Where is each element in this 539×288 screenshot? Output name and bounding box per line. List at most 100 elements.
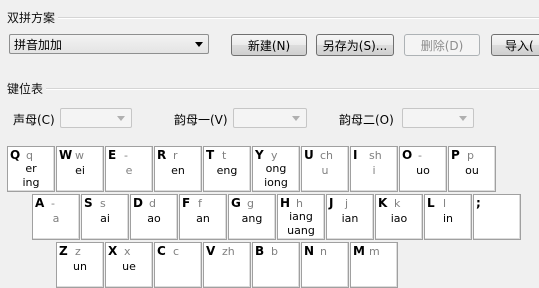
scheme-dropdown[interactable]: 拼音加加 [9,34,209,54]
key-y[interactable]: Yy ong iong [252,146,300,192]
key-letter: K [378,196,388,210]
scheme-section-title: 双拼方案 [7,11,56,25]
key-yunmu: u [321,164,329,177]
initial-combo[interactable] [60,108,132,128]
key-shengmu: c [173,245,180,258]
key-yunmu: ao [147,212,161,225]
key-semicolon[interactable]: ; [473,194,521,240]
import-button[interactable]: 导入( [491,34,539,56]
key-letter: E [108,148,117,162]
key-r[interactable]: Rr en [154,146,202,192]
key-b[interactable]: Bb [252,242,300,288]
key-shengmu: - [418,149,422,162]
key-letter: N [304,244,315,258]
final1-combo[interactable] [233,108,307,128]
dropdown-arrow-icon [292,116,300,121]
key-yunmu: i [372,164,376,177]
key-yunmu: ong [265,162,287,175]
key-letter: R [157,148,167,162]
key-shengmu: d [149,197,156,210]
key-l[interactable]: Ll in [424,194,472,240]
key-letter: D [133,196,143,210]
key-letter: G [231,196,241,210]
key-shengmu: f [198,197,202,210]
key-yunmu: ing [22,176,40,189]
key-h[interactable]: Hh iang uang [277,194,325,240]
save-as-button[interactable]: 另存为(S)... [316,34,394,56]
key-c[interactable]: Cc [154,242,202,288]
key-f[interactable]: Ff an [179,194,227,240]
key-s[interactable]: Ss ai [81,194,129,240]
key-yunmu: ang [241,212,263,225]
key-shengmu: n [320,245,327,258]
key-letter: Z [59,244,68,258]
dropdown-arrow-icon [459,116,467,121]
key-k[interactable]: Kk iao [375,194,423,240]
key-shengmu: b [271,245,278,258]
key-m[interactable]: Mm [350,242,398,288]
dropdown-arrow-icon [117,116,125,121]
key-shengmu: p [467,149,474,162]
key-shengmu: zh [222,245,235,258]
key-yunmu: iao [390,212,408,225]
key-yunmu: an [196,212,210,225]
key-yunmu: a [52,212,60,225]
key-d[interactable]: Dd ao [130,194,178,240]
key-letter: W [59,148,73,162]
key-yunmu: ian [341,212,359,225]
key-t[interactable]: Tt eng [203,146,251,192]
key-shengmu: k [394,197,401,210]
key-w[interactable]: Ww ei [56,146,104,192]
key-yunmu: uang [287,224,315,237]
key-e[interactable]: E- e [105,146,153,192]
final2-combo[interactable] [402,108,474,128]
key-letter: V [206,244,216,258]
keymap-divider [46,88,539,90]
key-letter: ; [476,196,481,210]
delete-button[interactable]: 删除(D) [404,34,480,56]
new-button[interactable]: 新建(N) [231,34,307,56]
key-letter: L [427,196,435,210]
key-letter: M [353,244,365,258]
key-shengmu: z [75,245,81,258]
key-o[interactable]: O - uo [399,146,447,192]
key-letter: C [157,244,166,258]
key-j[interactable]: Jj ian [326,194,374,240]
key-letter: B [255,244,265,258]
key-yunmu: ou [465,164,479,177]
key-letter: H [280,196,291,210]
key-letter: I [353,148,358,162]
key-letter: S [84,196,93,210]
dropdown-arrow-icon [195,42,203,47]
key-yunmu: un [73,260,87,273]
key-shengmu: w [75,149,84,162]
key-yunmu: ai [100,212,110,225]
key-yunmu: ue [122,260,136,273]
key-shengmu: s [100,197,106,210]
key-v[interactable]: Vzh [203,242,251,288]
key-shengmu: g [247,197,254,210]
key-letter: A [35,196,45,210]
key-letter: T [206,148,215,162]
key-shengmu: l [443,197,447,210]
key-u[interactable]: Uch u [301,146,349,192]
key-a[interactable]: A- a [32,194,80,240]
key-shengmu: ch [320,149,334,162]
key-letter: Y [255,148,264,162]
key-q[interactable]: Qq er ing [7,146,55,192]
key-g[interactable]: Gg ang [228,194,276,240]
key-shengmu: - [124,149,128,162]
key-z[interactable]: Zz un [56,242,104,288]
key-yunmu: iang [289,210,313,223]
key-x[interactable]: Xx ue [105,242,153,288]
key-shengmu: m [369,245,380,258]
keymap-section-title: 键位表 [7,82,44,96]
key-letter: O [402,148,413,162]
key-n[interactable]: Nn [301,242,349,288]
key-shengmu: - [51,197,55,210]
key-letter: X [108,244,118,258]
scheme-selected-value: 拼音加加 [14,37,63,52]
key-p[interactable]: Pp ou [448,146,496,192]
key-i[interactable]: Ish i [350,146,398,192]
scheme-divider [58,17,539,19]
